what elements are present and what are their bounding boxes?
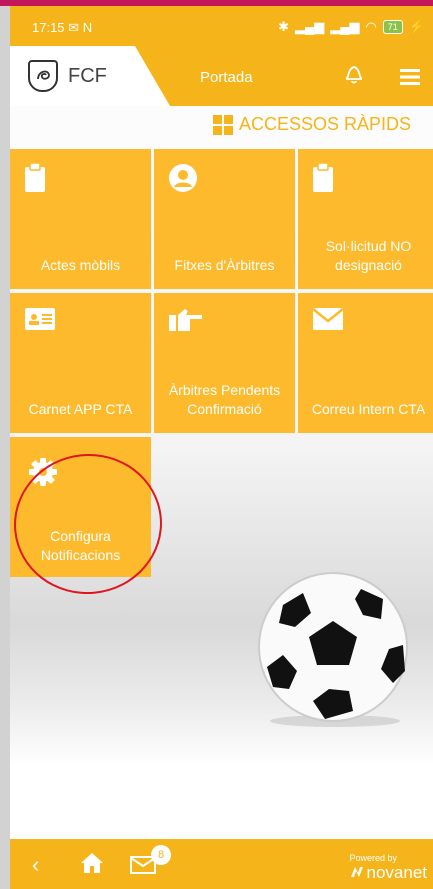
notification-letter: N — [82, 20, 93, 35]
home-icon[interactable] — [80, 852, 104, 879]
quick-access-title: ACCESSOS RÀPIDS — [212, 114, 411, 135]
wifi-icon: ◠ — [365, 19, 377, 34]
fcf-crest-icon — [28, 60, 58, 92]
bell-icon[interactable] — [344, 63, 364, 90]
brand-logo: novanet — [350, 863, 427, 883]
app-bar: FCF Portada — [10, 46, 433, 106]
soccer-ball-image — [253, 571, 413, 736]
tile-carnet-app-cta[interactable]: Carnet APP CTA — [10, 293, 151, 433]
tile-fitxes-arbitres[interactable]: Fitxes d'Àrbitres — [154, 149, 295, 289]
powered-by-label: Powered by — [349, 853, 398, 863]
tile-label: Sol·licitud NO designació — [325, 238, 412, 273]
bluetooth-icon: ✱ — [278, 19, 290, 34]
signal-2-icon: ▂▄▆ — [330, 19, 360, 34]
hand-pointing-icon — [168, 307, 204, 338]
tile-label: Fitxes d'Àrbitres — [174, 257, 275, 273]
logo-tab[interactable]: FCF — [10, 46, 170, 106]
envelope-icon — [312, 307, 344, 336]
signal-icon: ▂▄▆ — [295, 19, 325, 34]
mail-badge: 8 — [151, 845, 171, 865]
tile-label: Correu Intern CTA — [311, 401, 426, 417]
mail-status-icon: ✉ — [68, 20, 80, 35]
user-circle-icon — [168, 163, 198, 198]
battery-icon: 71 — [382, 20, 403, 34]
phone-screen: 17:15 ✉ N ✱ ▂▄▆ ▂▄▆ ◠ 71 ⚡ FCF Portada A… — [10, 6, 433, 889]
left-frame — [0, 6, 10, 889]
back-icon[interactable]: ‹ — [32, 852, 39, 878]
charging-icon: ⚡ — [408, 19, 425, 34]
status-icons: ✱ ▂▄▆ ▂▄▆ ◠ 71 ⚡ — [278, 19, 425, 35]
clipboard-icon — [312, 162, 334, 198]
tile-actes-mobils[interactable]: Actes mòbils — [10, 149, 151, 289]
bottom-bar: ‹ 8 Powered by novanet — [10, 839, 433, 889]
tile-sollicitud-no-designacio[interactable]: Sol·licitud NO designació — [298, 149, 433, 289]
status-time: 17:15 ✉ N — [32, 20, 93, 35]
powered-by[interactable]: Powered by novanet — [350, 853, 428, 883]
grid-icon — [212, 114, 233, 135]
novanet-logo-icon — [350, 863, 364, 883]
logo-text: FCF — [68, 65, 107, 87]
tile-label: Actes mòbils — [40, 257, 121, 273]
id-card-icon — [24, 307, 56, 336]
status-bar: 17:15 ✉ N ✱ ▂▄▆ ▂▄▆ ◠ 71 ⚡ — [10, 6, 433, 46]
tile-arbitres-pendents[interactable]: Àrbitres Pendents Confirmació — [154, 293, 295, 433]
tile-correu-intern-cta[interactable]: Correu Intern CTA — [298, 293, 433, 433]
hamburger-menu-icon[interactable] — [400, 69, 420, 90]
clipboard-icon — [24, 162, 46, 198]
page-title: Portada — [200, 69, 253, 86]
tile-label: Carnet APP CTA — [28, 401, 133, 417]
tile-label: Àrbitres Pendents Confirmació — [168, 382, 281, 417]
